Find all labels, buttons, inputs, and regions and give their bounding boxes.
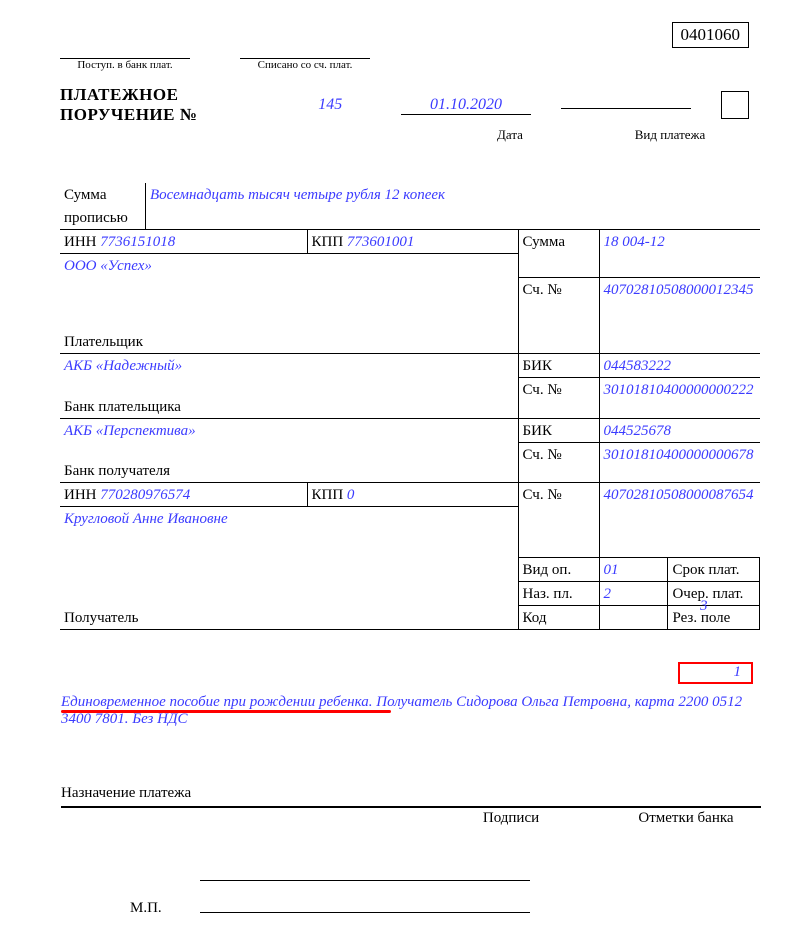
payer-acct-label: Сч. № [518,277,599,354]
naz-label: Наз. пл. [518,581,599,605]
payer-kpp-label: КПП [312,234,344,250]
payer-inn: 7736151018 [100,234,175,250]
date-sub-label: Дата [445,127,575,143]
okud-code: 0401060 [672,22,750,48]
payee-bank-bik-label: БИК [518,418,599,442]
paytype-box [721,91,749,119]
kod-label: Код [518,605,599,629]
signatures-label: Подписи [411,810,611,827]
payer-label: Плательщик [60,277,518,354]
payee-inn-label: ИНН [64,487,97,503]
sum-label: Сумма [518,230,599,278]
purpose-label: Назначение платежа [61,785,761,808]
received-label: Поступ. в банк плат. [60,59,190,71]
payer-name: ООО «Успех» [60,254,518,278]
payee-acct-label: Сч. № [518,483,599,558]
payer-bank-name: АКБ «Надежный» [60,354,518,378]
ocher-label: Очер. плат. [668,581,760,605]
paytype-sub-label: Вид платежа [605,127,735,143]
payee-label: Получатель [60,605,518,629]
payee-bank-bik: 044525678 [599,418,760,442]
doc-title: ПЛАТЕЖНОЕ ПОРУЧЕНИЕ № [60,85,289,125]
payee-kpp-label: КПП [312,487,344,503]
stamp-label: М.П. [130,900,162,917]
payer-bank-bik: 044583222 [599,354,760,378]
highlighted-box: 1 [678,662,753,684]
payer-bank-acct: 30101810400000000222 [599,378,760,419]
payee-kpp: 0 [347,487,355,503]
payee-acct: 40702810508000087654 [599,483,760,558]
payer-acct: 40702810508000012345 [599,277,760,354]
vid-op: 01 [599,557,668,581]
highlighted-number: 1 [734,664,742,680]
vid-op-label: Вид оп. [518,557,599,581]
payee-bank-name: АКБ «Перспектива» [60,418,518,442]
srok-label: Срок плат. [668,557,760,581]
rez-label: Рез. поле [668,605,760,629]
signature-line-1 [200,880,530,881]
payee-bank-acct: 30101810400000000678 [599,442,760,483]
payer-inn-label: ИНН [64,234,97,250]
payee-bank-label: Банк получателя [60,442,518,483]
payer-bank-acct-label: Сч. № [518,378,599,419]
payee-name: Кругловой Анне Ивановне [60,507,518,558]
sum-value: 18 004-12 [599,230,760,278]
naz-value: 2 [599,581,668,605]
payee-inn: 770280976574 [100,487,190,503]
payer-bank-bik-label: БИК [518,354,599,378]
signature-line-2 [200,912,530,913]
doc-number: 145 [299,96,361,114]
ocher-value: 3 [700,598,708,615]
payee-bank-acct-label: Сч. № [518,442,599,483]
sum-words-label1: Сумма [60,183,146,206]
red-underline [61,710,391,713]
bank-marks-label: Отметки банка [611,810,761,827]
debited-label: Списано со сч. плат. [240,59,370,71]
sum-words-value: Восемнадцать тысяч четыре рубля 12 копее… [146,183,760,230]
doc-date: 01.10.2020 [430,96,502,113]
payer-bank-label: Банк плательщика [60,378,518,419]
sum-words-label2: прописью [60,206,146,230]
payer-kpp: 773601001 [347,234,415,250]
